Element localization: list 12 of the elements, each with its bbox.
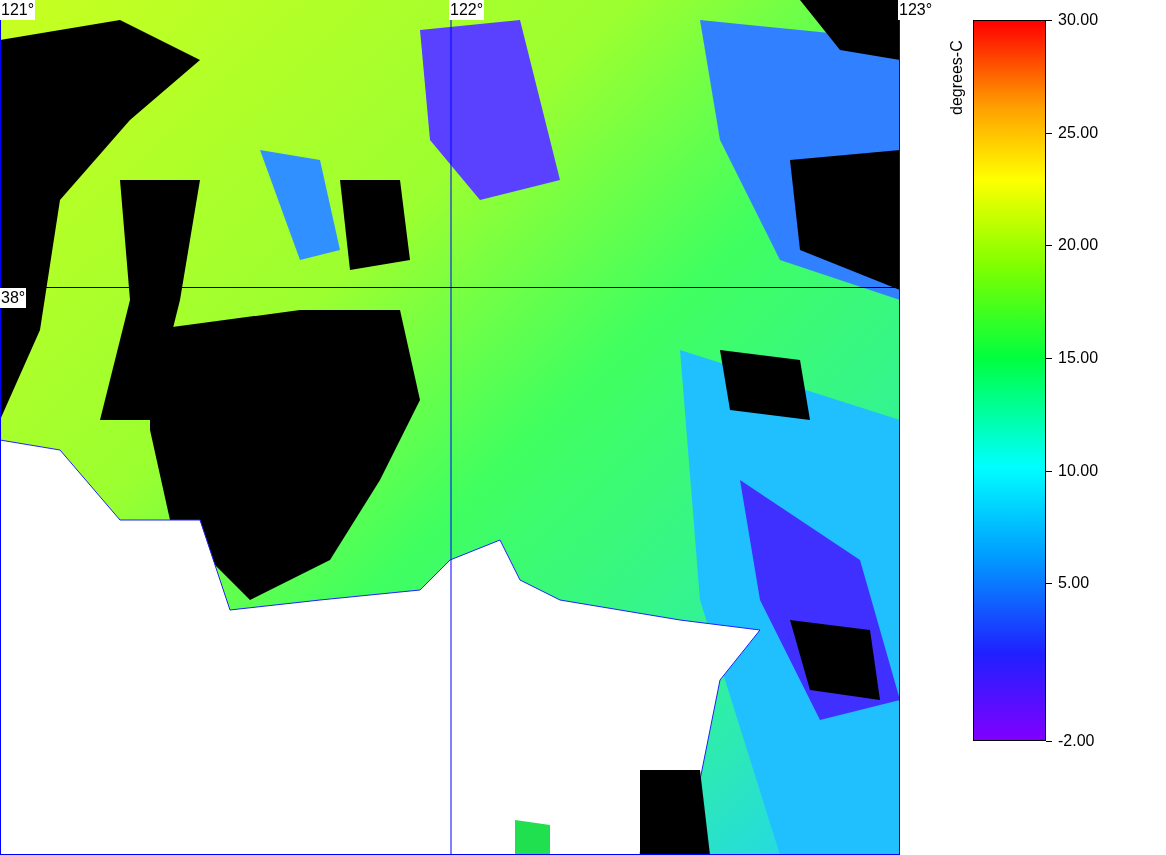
- colorbar-tick-label: 30.00: [1058, 10, 1099, 30]
- colorbar-tick-label: 10.00: [1058, 460, 1099, 481]
- longitude-label: 122°: [449, 0, 485, 20]
- colorbar-tick-label: 5.00: [1058, 573, 1090, 594]
- colorbar-tick-label: 20.00: [1058, 235, 1099, 256]
- colorbar-tick-label: 15.00: [1058, 347, 1099, 368]
- longitude-label: 121°: [0, 0, 36, 20]
- colorbar-tick-label: 25.00: [1058, 122, 1099, 143]
- colorbar-title: degrees-C: [947, 39, 963, 117]
- longitude-label: 123°: [898, 0, 934, 20]
- latitude-label: 38°: [0, 288, 27, 308]
- colorbar-tick-label: -2.00: [1058, 731, 1095, 751]
